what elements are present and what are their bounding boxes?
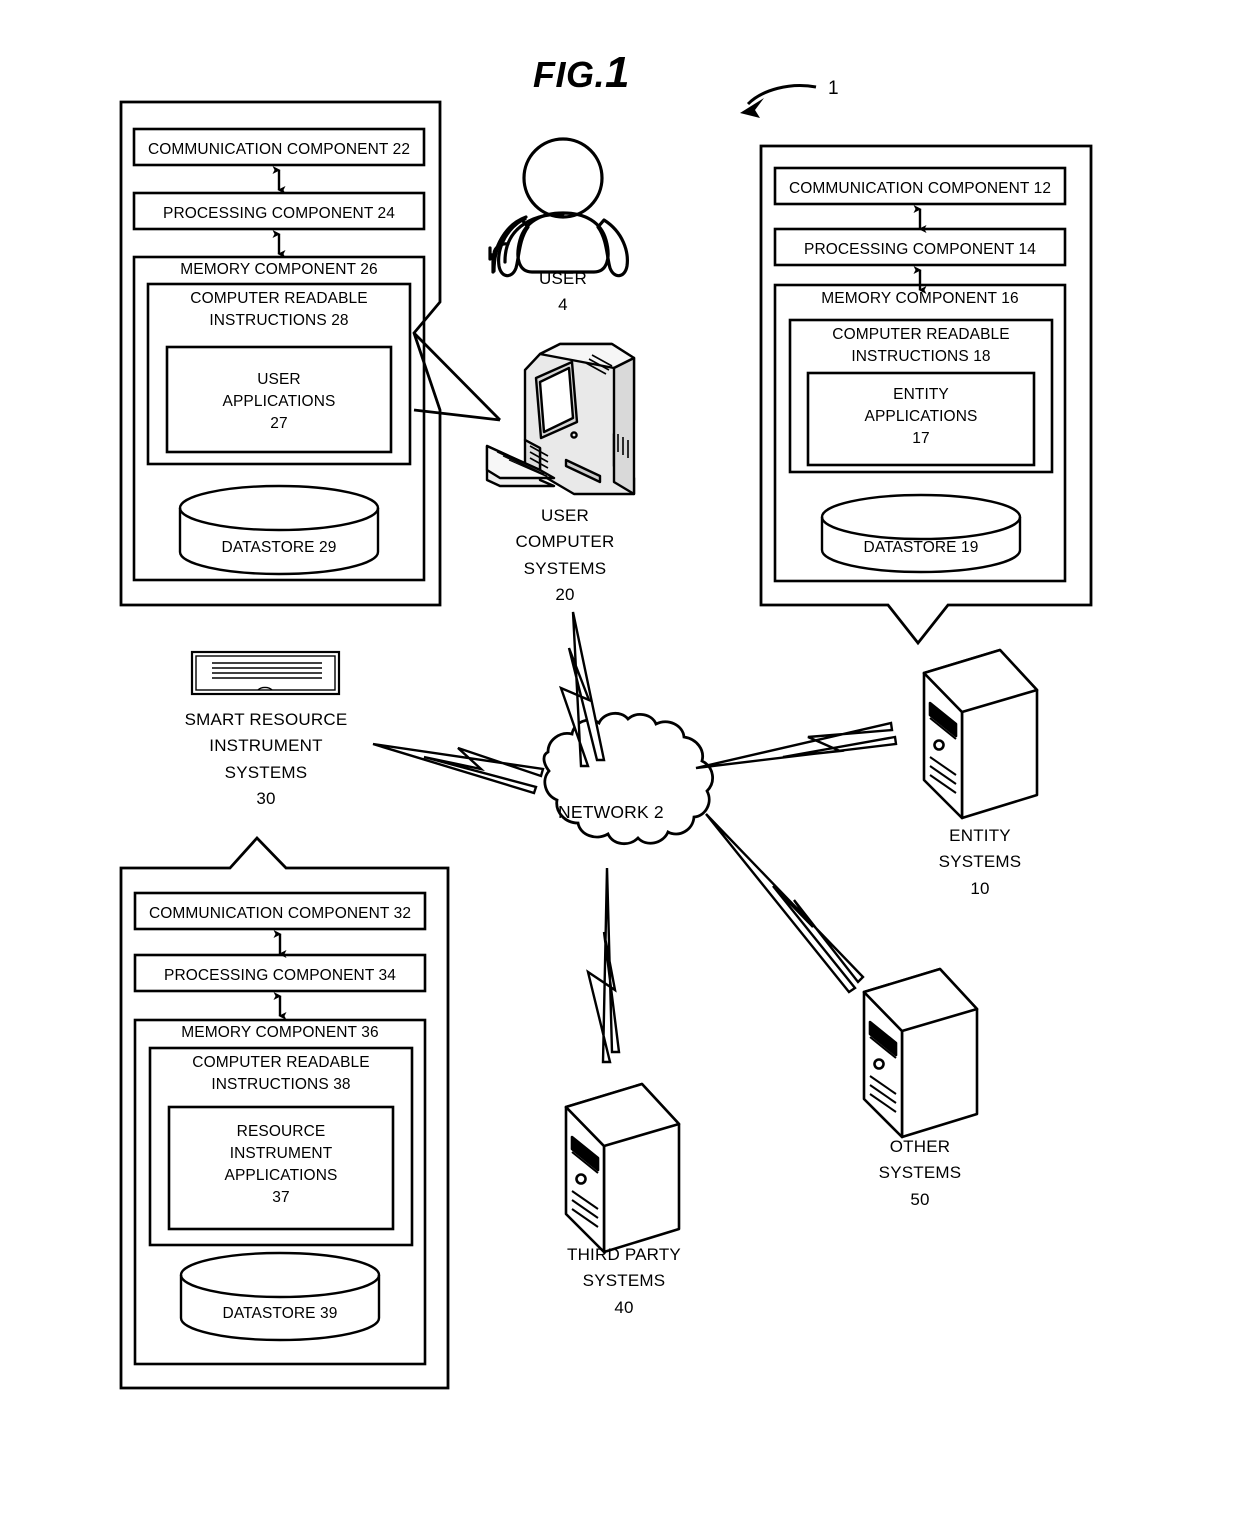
instrument-applications-label-line2: INSTRUMENT [229, 1145, 333, 1162]
entity-systems-caption: ENTITY SYSTEMS 10 [906, 823, 1054, 902]
user-caption: USER 4 [493, 266, 633, 319]
user-cri-label-line2: INSTRUCTIONS 28 [209, 312, 349, 329]
entity-cri-label-line2: INSTRUCTIONS 18 [851, 348, 991, 365]
instrument-processing-component-label: PROCESSING COMPONENT 34 [164, 967, 396, 984]
entity-applications-label-line3: 17 [912, 430, 930, 447]
entity-communication-component-label: COMMUNICATION COMPONENT 12 [788, 180, 1052, 197]
user-memory-component-label: MEMORY COMPONENT 26 [180, 261, 378, 278]
user-computer-systems-caption: USER COMPUTER SYSTEMS 20 [490, 503, 640, 608]
entity-datastore-label: DATASTORE 19 [863, 539, 979, 556]
third-party-caption-line1: THIRD PARTY [567, 1245, 681, 1264]
sri-caption-line2: INSTRUMENT [209, 736, 323, 756]
instrument-cri-label-line1: COMPUTER READABLE [192, 1054, 370, 1071]
user-computer-caption-line3: SYSTEMS [523, 558, 607, 578]
user-caption-line1: USER [538, 269, 588, 288]
user-caption-line2: 4 [558, 295, 568, 315]
instrument-datastore-label: DATASTORE 39 [222, 1305, 338, 1322]
other-caption-line1: OTHER [889, 1137, 951, 1156]
user-applications-label-line3: 27 [270, 415, 288, 432]
figure-title: FIG.1 [533, 48, 630, 98]
user-computer-caption-line2: COMPUTER [515, 532, 615, 552]
other-caption-line2: SYSTEMS [878, 1163, 962, 1183]
instrument-applications-label-line1: RESOURCE [236, 1123, 326, 1140]
entity-processing-component-label: PROCESSING COMPONENT 14 [804, 241, 1036, 258]
entity-memory-component-label: MEMORY COMPONENT 16 [821, 290, 1019, 307]
sri-caption-line1: SMART RESOURCE [184, 710, 348, 729]
entity-caption-line1: ENTITY [949, 826, 1011, 845]
other-caption-line3: 50 [910, 1189, 930, 1209]
entity-caption-line2: SYSTEMS [938, 852, 1022, 872]
instrument-communication-component-label: COMMUNICATION COMPONENT 32 [148, 905, 412, 922]
user-communication-component-label: COMMUNICATION COMPONENT 22 [147, 141, 411, 158]
instrument-applications-label-line3: APPLICATIONS [224, 1167, 338, 1184]
network-cloud-label: NETWORK 2 [558, 802, 664, 822]
entity-applications-label-line1: ENTITY [893, 386, 949, 403]
entity-applications-label-line2: APPLICATIONS [864, 408, 978, 425]
user-computer-caption-line1: USER [540, 506, 590, 525]
figure-canvas: FIG.1 1 COMMUNICATION COMPONENT 22 PROCE… [0, 0, 1240, 1521]
user-processing-component-label: PROCESSING COMPONENT 24 [163, 205, 395, 222]
user-computer-caption-line4: 20 [555, 585, 575, 605]
sri-caption-line3: SYSTEMS [224, 762, 308, 782]
third-party-caption-line2: SYSTEMS [582, 1271, 666, 1291]
entity-caption-line3: 10 [970, 878, 990, 898]
user-applications-label-line1: USER [257, 371, 301, 388]
reference-numeral-1: 1 [828, 78, 839, 99]
instrument-applications-label-line4: 37 [272, 1189, 290, 1206]
smart-resource-instrument-caption: SMART RESOURCE INSTRUMENT SYSTEMS 30 [182, 707, 350, 812]
entity-cri-label-line1: COMPUTER READABLE [832, 326, 1010, 343]
third-party-systems-caption: THIRD PARTY SYSTEMS 40 [548, 1242, 700, 1321]
instrument-cri-label-line2: INSTRUCTIONS 38 [211, 1076, 351, 1093]
user-applications-label-line2: APPLICATIONS [222, 393, 336, 410]
instrument-memory-component-label: MEMORY COMPONENT 36 [181, 1024, 379, 1041]
figure-title-number: 1 [605, 48, 630, 97]
other-systems-caption: OTHER SYSTEMS 50 [846, 1134, 994, 1213]
figure-title-prefix: FIG. [533, 54, 605, 95]
third-party-caption-line3: 40 [614, 1297, 634, 1317]
sri-caption-line4: 30 [256, 789, 276, 809]
user-datastore-label: DATASTORE 29 [221, 539, 337, 556]
user-cri-label-line1: COMPUTER READABLE [190, 290, 368, 307]
